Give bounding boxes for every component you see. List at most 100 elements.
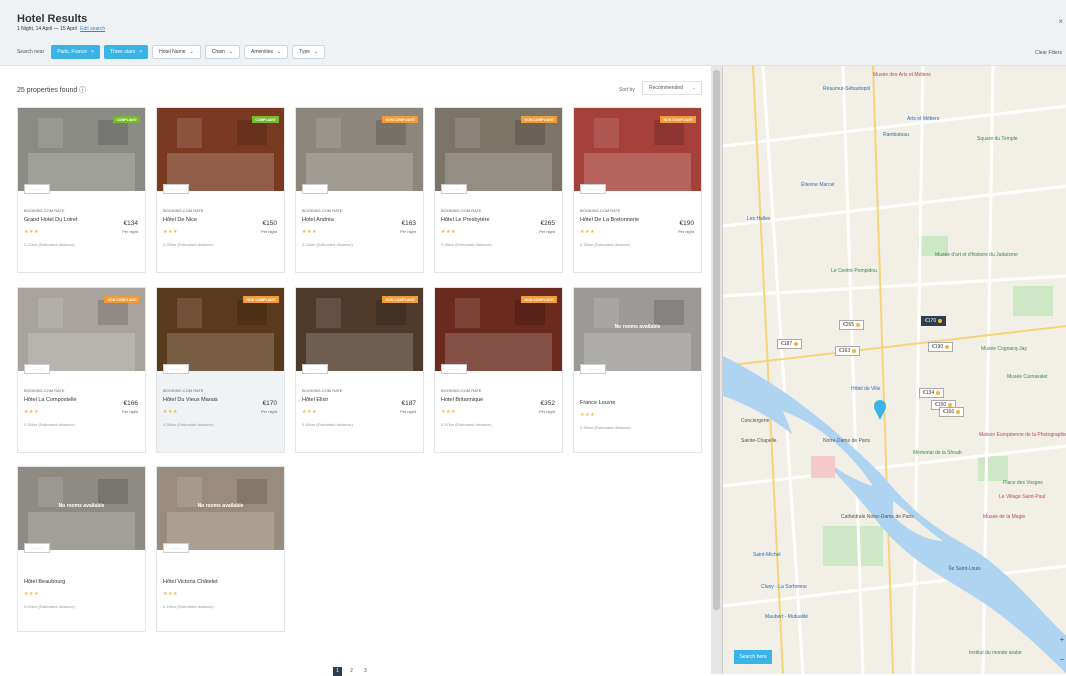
hotel-card[interactable]: No rooms available - - - - - Hôtel Beaubou… <box>17 466 146 632</box>
hotel-card[interactable]: NON COMPLIANT - - - - - BOOKING.COM RATE Hô… <box>17 287 146 453</box>
hotel-name[interactable]: Hotel Britannique <box>441 397 483 403</box>
map-place-label[interactable]: Rambuteau <box>883 132 909 138</box>
amenities-filter[interactable]: Amenities ⌄ <box>244 45 289 59</box>
map-place-label[interactable]: Arts et Métiers <box>907 116 939 122</box>
map-place-label[interactable]: Saint-Michel <box>753 552 781 558</box>
map-place-label[interactable]: Square du Temple <box>977 136 1018 142</box>
clear-filters-link[interactable]: Clear Filters <box>1035 50 1062 56</box>
hotel-name[interactable]: Hôtel De La Bretonnerie <box>580 217 639 223</box>
map-place-label[interactable]: Maison Européenne de la Photographie <box>979 432 1066 438</box>
map-place-label[interactable]: Les Halles <box>747 216 770 222</box>
sort-select[interactable]: Recommended ⌄ <box>642 81 702 95</box>
map-place-label[interactable]: Musée des Arts et Métiers <box>873 72 931 78</box>
hotel-card[interactable]: NON COMPLIANT - - - - - BOOKING.COM RATE Hô… <box>295 287 424 453</box>
map-place-label[interactable]: Place des Vosges <box>1003 480 1043 486</box>
filter-bar: Search near Paris, France × Three stars … <box>17 45 326 59</box>
map-place-label[interactable]: Maubert - Mutualité <box>765 614 808 620</box>
rate-source: BOOKING.COM RATE <box>163 208 204 213</box>
hotel-card[interactable]: NON COMPLIANT - - - - - BOOKING.COM RATE Ho… <box>434 287 563 453</box>
edit-search-link[interactable]: Edit search <box>80 26 105 32</box>
map-place-label[interactable]: Cathédrale Notre-Dame de Paris <box>841 514 914 520</box>
hotel-card[interactable]: NON COMPLIANT - - - - - BOOKING.COM RATE Hô… <box>573 107 702 273</box>
sort-value: Recommended <box>649 85 683 91</box>
search-here-button[interactable]: Search here <box>734 650 772 664</box>
map-price-marker[interactable]: €190 <box>928 342 954 352</box>
rate-source: BOOKING.COM RATE <box>163 388 204 393</box>
map-canvas <box>723 66 1066 674</box>
remove-filter-icon[interactable]: × <box>91 49 94 55</box>
results-scrollbar[interactable] <box>711 66 722 674</box>
hotel-name[interactable]: Hôtel Elixir <box>302 397 328 403</box>
map-place-label[interactable]: Le Village Saint-Paul <box>999 494 1045 500</box>
hotel-card[interactable]: No rooms available - - - - - Hôtel Victori… <box>156 466 285 632</box>
hotel-photo[interactable]: No rooms available <box>574 288 701 371</box>
hotel-photo[interactable]: No rooms available <box>18 467 145 550</box>
page-2-button[interactable]: 2 <box>347 667 356 676</box>
hotel-distance: 0.23km (Estimated distance) <box>302 242 353 247</box>
hotel-name[interactable]: Hotel Andréa <box>302 217 334 223</box>
marker-price: €190 <box>932 344 944 350</box>
map-price-marker[interactable]: €134 <box>919 388 945 398</box>
type-filter[interactable]: Type ⌄ <box>292 45 326 59</box>
hotel-distance: 0.49km (Estimated distance) <box>24 604 75 609</box>
filter-chip-location[interactable]: Paris, France × <box>51 45 100 59</box>
hotel-name[interactable]: Hôtel Le Presbytère <box>441 217 490 223</box>
map-price-marker[interactable]: €265 <box>839 320 865 330</box>
map-place-label[interactable]: Institut du monde arabe <box>969 650 1022 656</box>
map-place-label[interactable]: Musée Carnavalet <box>1007 374 1048 380</box>
page-1-button[interactable]: 1 <box>333 667 342 676</box>
map-place-label[interactable]: Hôtel de Ville <box>851 386 880 392</box>
map-price-marker[interactable]: €187 <box>777 339 803 349</box>
map-price-marker[interactable]: €163 <box>835 346 861 356</box>
hotel-name[interactable]: Hôtel La Compostelle <box>24 397 77 403</box>
map-place-label[interactable]: Cluny - La Sorbonne <box>761 584 807 590</box>
rating-placeholder: - - - - - <box>24 184 50 194</box>
hotel-card[interactable]: No rooms available - - - - - France Louvre… <box>573 287 702 453</box>
chain-filter[interactable]: Chain ⌄ <box>204 45 241 59</box>
rating-placeholder: - - - - - <box>441 184 467 194</box>
page-3-button[interactable]: 3 <box>361 667 370 676</box>
zoom-out-button[interactable]: − <box>1057 650 1066 670</box>
map-place-label[interactable]: Musée d'art et d'histoire du Judaïsme <box>935 252 1018 258</box>
map-place-label[interactable]: Étienne Marcel <box>801 182 834 188</box>
map-place-label[interactable]: Mémorial de la Shoah <box>913 450 962 456</box>
compliance-badge: NON COMPLIANT <box>104 296 140 303</box>
pagination: 1 2 3 <box>333 667 370 676</box>
hotel-name[interactable]: Hôtel Victoria Châtelet <box>163 579 218 585</box>
map-place-label[interactable]: Notre-Dame de Paris <box>823 438 870 444</box>
hotel-photo[interactable]: No rooms available <box>157 467 284 550</box>
map-place-label[interactable]: Musée de la Magie <box>983 514 1025 520</box>
map-place-label[interactable]: Sainte-Chapelle <box>741 438 777 444</box>
map[interactable]: Musée des Arts et Métiers Rambuteau Étienn… <box>722 66 1066 674</box>
hotel-card[interactable]: NON COMPLIANT - - - - - BOOKING.COM RATE Ho… <box>295 107 424 273</box>
map-place-label[interactable]: Conciergerie <box>741 418 769 424</box>
map-price-marker[interactable]: €170 <box>921 316 947 326</box>
hotel-name-filter[interactable]: Hotel Name ⌄ <box>152 45 201 59</box>
marker-price: €170 <box>925 318 937 324</box>
zoom-in-button[interactable]: + <box>1057 630 1066 650</box>
map-place-label[interactable]: Île Saint-Louis <box>949 566 981 572</box>
no-rooms-overlay: No rooms available <box>614 324 661 330</box>
marker-star-icon <box>856 323 861 327</box>
close-icon[interactable]: × <box>1058 17 1063 26</box>
star-rating: ★★★ <box>580 412 595 418</box>
star-rating: ★★★ <box>580 229 595 235</box>
hotel-card[interactable]: COMPLIANT - - - - - BOOKING.COM RATE Grand … <box>17 107 146 273</box>
hotel-card[interactable]: NON COMPLIANT - - - - - BOOKING.COM RATE Hô… <box>434 107 563 273</box>
chevron-down-icon: ⌄ <box>189 49 194 55</box>
map-place-label[interactable]: Musée Cognacq-Jay <box>981 346 1027 352</box>
hotel-name[interactable]: Hôtel Beaubourg <box>24 579 65 585</box>
scrollbar-thumb[interactable] <box>713 70 720 610</box>
hotel-name[interactable]: Hôtel Du Vieux Marais <box>163 397 218 403</box>
hotel-name[interactable]: Hôtel De Nice <box>163 217 197 223</box>
hotel-card[interactable]: COMPLIANT - - - - - BOOKING.COM RATE Hôtel … <box>156 107 285 273</box>
remove-filter-icon[interactable]: × <box>139 49 142 55</box>
hotel-name[interactable]: France Louvre <box>580 400 615 406</box>
hotel-card[interactable]: NON COMPLIANT - - - - - BOOKING.COM RATE Hô… <box>156 287 285 453</box>
dropdown-label: Hotel Name <box>159 49 186 55</box>
map-place-label[interactable]: Le Centre Pompidou <box>831 268 877 274</box>
filter-chip-stars[interactable]: Three stars × <box>103 45 149 59</box>
map-place-label[interactable]: Réaumur-Sébastopol <box>823 86 870 92</box>
map-price-marker[interactable]: €166 <box>939 407 965 417</box>
hotel-name[interactable]: Grand Hotel Du Loiret <box>24 217 78 223</box>
